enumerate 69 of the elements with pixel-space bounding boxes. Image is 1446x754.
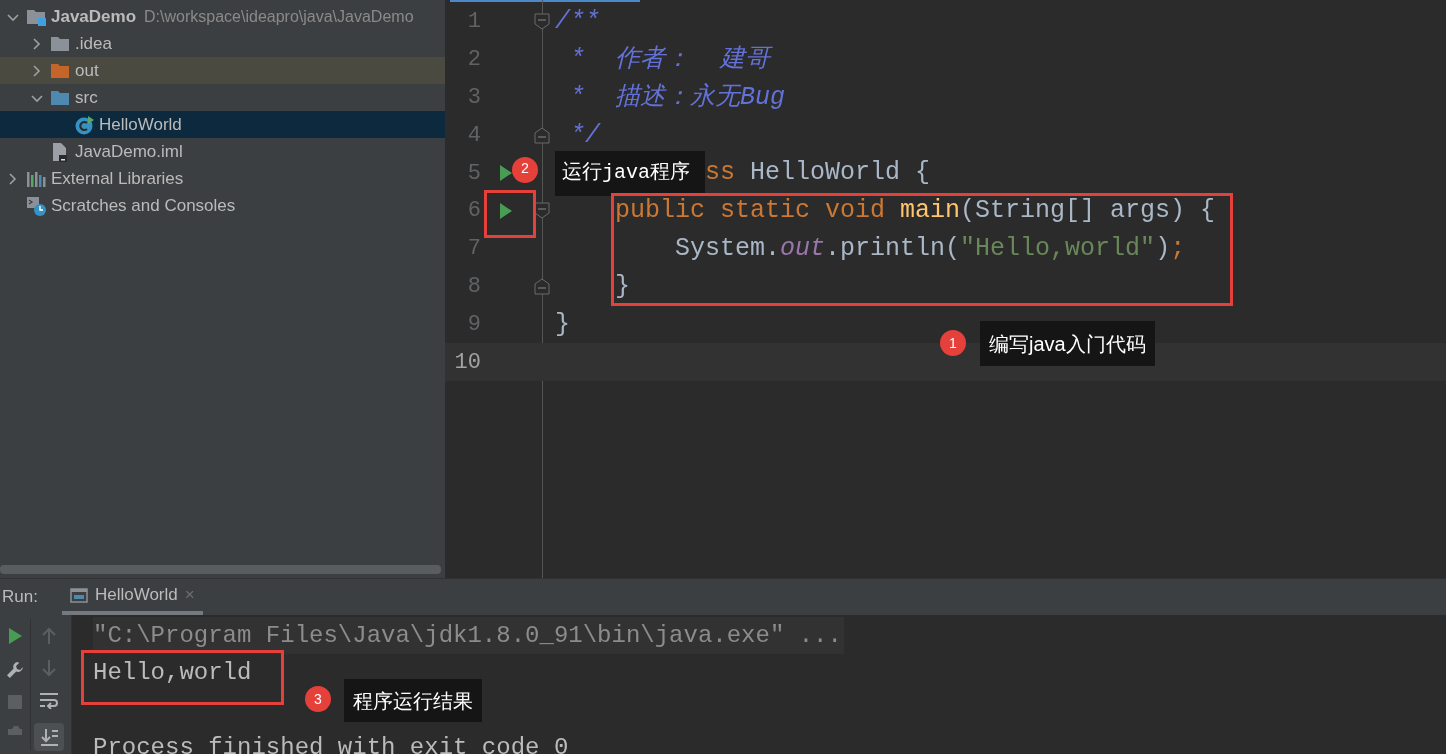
code-token: HelloWorld { xyxy=(750,157,931,190)
line-number: 7 xyxy=(466,235,481,264)
highlight-frame xyxy=(484,190,536,238)
horizontal-scrollbar[interactable] xyxy=(0,565,441,574)
scratches-icon xyxy=(26,195,47,216)
tree-item[interactable]: JavaDemo.iml xyxy=(0,138,445,165)
line-number: 4 xyxy=(466,121,481,150)
callout-label: 程序运行结果 xyxy=(344,679,482,722)
scroll-to-end-button[interactable] xyxy=(34,723,64,751)
tree-item[interactable]: src xyxy=(0,84,445,111)
console-icon xyxy=(69,586,88,604)
tree-item[interactable]: out xyxy=(0,57,445,84)
tree-item-label: Scratches and Consoles xyxy=(51,194,236,217)
line-number: 9 xyxy=(466,310,481,339)
code-token: public static void xyxy=(614,195,887,228)
up-arrow-icon[interactable] xyxy=(42,627,56,645)
tree-item-label: HelloWorld xyxy=(99,113,182,136)
code-token: main xyxy=(900,195,961,228)
code-token: (String[] args) { xyxy=(960,195,1216,228)
line-number: 10 xyxy=(453,348,481,377)
fold-marker-icon[interactable] xyxy=(534,13,550,31)
code-token: out xyxy=(780,232,826,265)
code-token: * 描述：永无Bug xyxy=(569,81,786,114)
run-panel-label: Run: xyxy=(1,586,39,609)
tree-item[interactable]: JavaDemo D:\workspace\ideapro\java\JavaDemo xyxy=(0,3,445,30)
tree-item[interactable]: .idea xyxy=(0,30,445,57)
class-file-icon xyxy=(74,114,95,135)
code-token: System. xyxy=(674,232,781,265)
tree-item[interactable]: Scratches and Consoles xyxy=(0,192,445,219)
tree-item-label: src xyxy=(75,86,98,109)
code-token: } xyxy=(614,270,630,303)
code-token: .println( xyxy=(825,232,961,265)
tree-item-label: JavaDemo.iml xyxy=(75,140,183,163)
down-arrow-icon[interactable] xyxy=(42,659,56,677)
line-number: 8 xyxy=(466,272,481,301)
run-icon[interactable] xyxy=(499,201,513,220)
wrench-icon[interactable] xyxy=(6,661,24,679)
number-badge: 3 xyxy=(305,686,331,712)
scroll-to-end-icon xyxy=(40,728,58,746)
tree-item-label: .idea xyxy=(75,32,112,55)
fold-marker-icon[interactable] xyxy=(534,277,550,295)
line-number: 1 xyxy=(466,8,481,37)
number-badge: 2 xyxy=(512,156,538,183)
tree-item[interactable]: HelloWorld xyxy=(0,111,445,138)
run-tab-label: HelloWorld xyxy=(94,584,178,607)
soft-wrap-icon[interactable] xyxy=(39,691,59,709)
callout-label: 编写java入门代码 xyxy=(980,321,1155,366)
number-badge: 1 xyxy=(940,330,966,356)
line-number: 6 xyxy=(466,197,481,226)
console-output: Hello,world xyxy=(93,659,252,688)
tree-item[interactable]: External Libraries xyxy=(0,165,445,192)
fold-marker-icon[interactable] xyxy=(534,126,550,144)
project-path: D:\workspace\ideapro\java\JavaDemo xyxy=(144,6,414,27)
code-token: ; xyxy=(1170,232,1186,265)
code-token: */ xyxy=(569,119,600,152)
code-token: /** xyxy=(555,6,600,39)
tree-item-label: External Libraries xyxy=(51,167,184,190)
callout-label: 运行java程序 xyxy=(555,150,705,196)
code-token: ss xyxy=(705,157,737,190)
code-token: "Hello,world" xyxy=(960,232,1156,265)
line-number: 3 xyxy=(466,84,481,112)
line-number: 2 xyxy=(466,46,481,75)
console-output: Process finished with exit code 0 xyxy=(93,734,569,754)
tree-item-label: out xyxy=(75,59,99,82)
tree-item-label: JavaDemo xyxy=(51,5,137,28)
run-icon[interactable] xyxy=(7,627,23,645)
code-token: ) xyxy=(1155,232,1171,265)
line-number: 5 xyxy=(466,159,481,188)
code-token: } xyxy=(555,308,570,341)
